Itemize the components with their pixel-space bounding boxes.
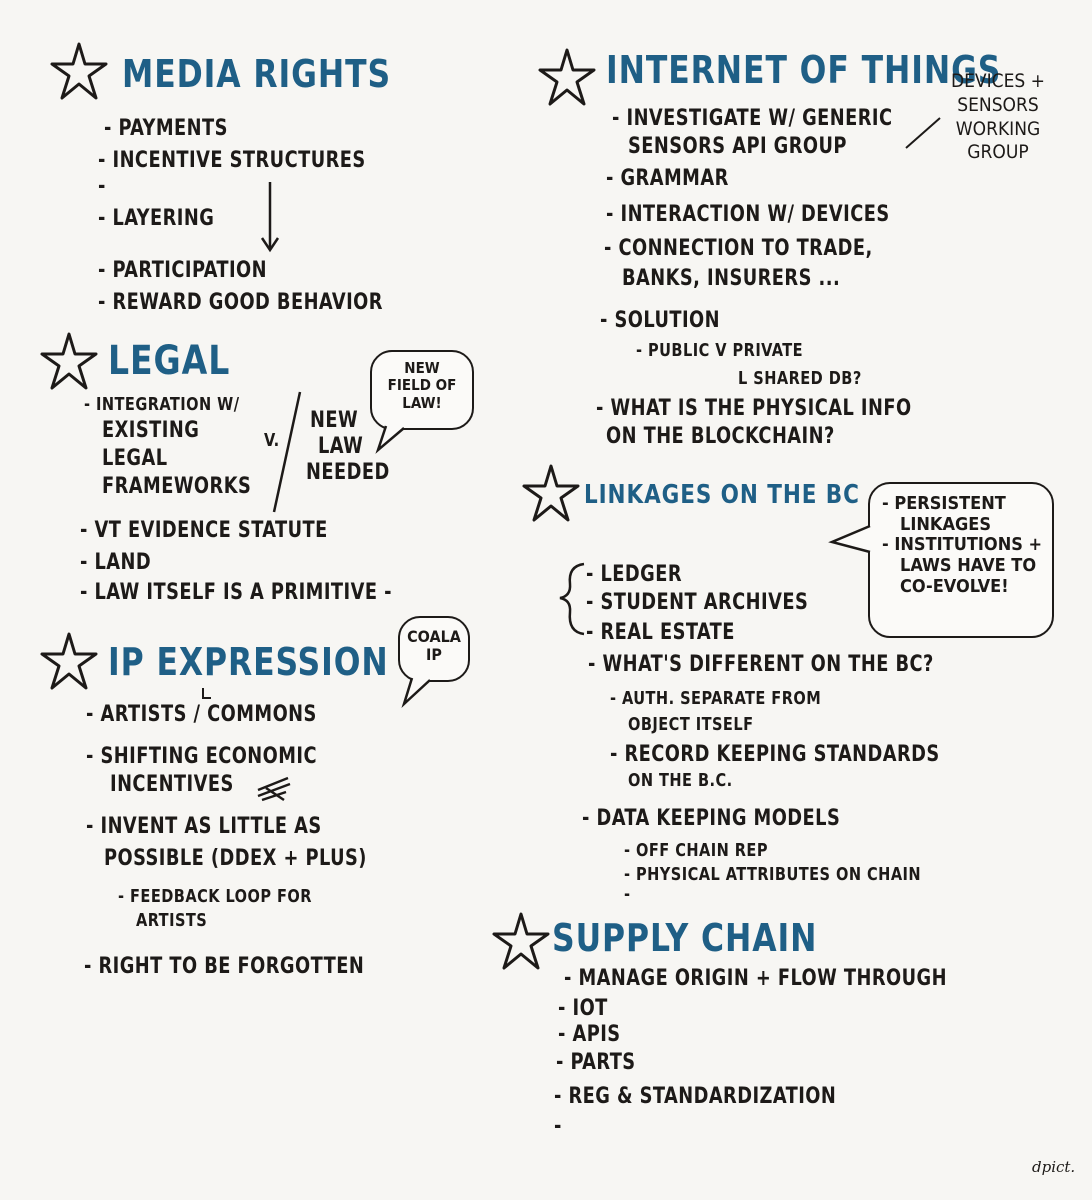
- iot-side-note: DEVICES + SENSORS WORKING GROUP: [940, 70, 1056, 165]
- iot-item: SENSORS API GROUP: [628, 134, 847, 159]
- brace-icon: [559, 562, 585, 636]
- ip-item: POSSIBLE (DDEX + PLUS): [104, 846, 367, 871]
- side-note-line: WORKING: [955, 117, 1041, 140]
- supply-chain-item: - APIs: [558, 1022, 621, 1047]
- ip-speech-bubble: COALA IP: [398, 616, 470, 682]
- media-rights-item: - INCENTIVE STRUCTURES: [98, 148, 366, 173]
- linkages-item: -: [624, 884, 631, 905]
- star-icon: [538, 48, 596, 106]
- linkages-item: - REAL ESTATE: [586, 620, 735, 645]
- supply-chain-item: -: [554, 1114, 562, 1139]
- iot-item: - GRAMMAR: [606, 166, 729, 191]
- bubble-line: LAWS HAVE to: [900, 555, 1037, 577]
- side-note-slash: [905, 117, 941, 149]
- bubble-line: NEW: [404, 359, 440, 377]
- ip-expression-heading: IP EXPRESSION: [108, 640, 389, 684]
- bubble-line: - PERSISTENT: [882, 493, 1006, 514]
- star-icon: [50, 42, 108, 100]
- iot-item: - SOLUTION: [600, 308, 720, 333]
- sub-mark: [202, 688, 211, 699]
- legal-new-law-line: NEEDED: [306, 460, 390, 485]
- legal-item: - LAW ITSELF is a PRIMITIVE -: [80, 580, 392, 605]
- supply-chain-item: - MANAGE ORIGIN + FLOW THROUGH: [564, 966, 947, 991]
- linkages-item: on the B.C.: [628, 770, 733, 791]
- legal-integration-line: LEGAL: [102, 446, 168, 471]
- bubble-line: - INSTITUTIONS +: [882, 534, 1043, 556]
- bubble-line: IP: [426, 645, 442, 665]
- bubble-line: CO-EVOLVE!: [900, 575, 1009, 597]
- supply-chain-item: - IoT: [558, 996, 608, 1021]
- bubble-line: COALA: [407, 627, 461, 646]
- ip-item: - FEEDBACK LOOP for: [118, 886, 312, 907]
- linkages-item: OBJECT ITSELF: [628, 714, 754, 735]
- iot-item: - WHAT is the PHYSICAL INFO: [596, 396, 912, 421]
- star-icon: [40, 632, 98, 690]
- linkages-speech-bubble: - PERSISTENT LINKAGES - INSTITUTIONS + L…: [868, 482, 1054, 638]
- media-rights-item: - REWARD GOOD BEHAVIOR: [98, 290, 383, 315]
- legal-new-law-line: NEW: [310, 408, 359, 433]
- linkages-item: - LEDGER: [586, 562, 683, 587]
- iot-item: - CONNECTION to TRADE,: [604, 236, 873, 261]
- side-note-line: SENSORS: [957, 93, 1039, 116]
- media-rights-item: - PARTICIPATION: [98, 258, 267, 283]
- star-icon: [492, 912, 550, 970]
- linkages-item: - AUTH. SEPARATE FROM: [610, 688, 822, 709]
- iot-item: on the BLOCKCHAIN?: [606, 424, 835, 449]
- media-rights-heading: MEDIA RIGHTS: [122, 52, 392, 96]
- legal-versus: V.: [264, 430, 280, 451]
- supply-chain-item: - PARTS: [556, 1050, 636, 1075]
- media-rights-item: -: [98, 174, 106, 199]
- star-icon: [40, 332, 98, 390]
- ip-item: - ARTISTS / COMMONS: [86, 702, 317, 727]
- media-rights-item: - PAYMENTS: [104, 116, 228, 141]
- legal-integration-line: FRAMEWORKS: [102, 474, 252, 499]
- linkages-item: - PHYSICAL ATTRIBUTES ON CHAIN: [624, 864, 922, 885]
- scribble-icon: [257, 776, 291, 802]
- legal-new-law-line: LAW: [318, 434, 364, 459]
- legal-item: - VT EVIDENCE STATUTE: [80, 518, 328, 543]
- iot-item: - INTERACTION w/ DEVICES: [606, 202, 890, 227]
- iot-item: - PUBLIC v PRIVATE: [636, 340, 804, 361]
- star-icon: [522, 464, 580, 522]
- linkages-item: - OFF CHAIN REP: [624, 840, 768, 861]
- bubble-line: FIELD of: [387, 376, 457, 395]
- divider-slash: [272, 391, 302, 513]
- signature: dpict.: [1032, 1158, 1076, 1176]
- linkages-heading: LINKAGES ON the BC: [584, 480, 860, 510]
- side-note-line: DEVICES +: [950, 70, 1046, 92]
- legal-heading: LEGAL: [108, 338, 231, 384]
- legal-integration-line: EXISTING: [102, 418, 200, 443]
- iot-item: - INVESTIGATE w/ GENERIC: [612, 106, 893, 131]
- ip-item: - RIGHT to BE FORGOTTEN: [84, 954, 365, 979]
- legal-integration-line: - INTEGRATION w/: [84, 394, 240, 415]
- ip-item: ARTISTS: [136, 910, 208, 931]
- legal-speech-bubble: NEW FIELD of LAW!: [370, 350, 474, 430]
- iot-item: BANKS, INSURERS ...: [622, 266, 841, 291]
- linkages-item: - DATA KEEPING MODELS: [582, 806, 841, 831]
- bubble-line: LAW!: [402, 393, 442, 412]
- linkages-item: - RECORD KEEPING STANDARDS: [610, 742, 940, 767]
- supply-chain-item: - REG & STANDARDIZATION: [554, 1084, 837, 1109]
- down-arrow-icon: [260, 182, 280, 253]
- side-note-line: GROUP: [967, 141, 1029, 164]
- linkages-item: - WHAT'S DIFFERENT on THE BC?: [588, 652, 934, 677]
- bubble-line: LINKAGES: [900, 513, 991, 535]
- supply-chain-heading: SUPPLY CHAIN: [552, 916, 818, 960]
- linkages-item: - STUDENT ARCHIVES: [586, 590, 809, 615]
- legal-item: - LAND: [80, 550, 152, 575]
- media-rights-item: - LAYERING: [98, 206, 215, 231]
- ip-item: - INVENT as LITTLE as: [86, 814, 322, 839]
- ip-item: - SHIFTING ECONOMIC: [86, 744, 318, 769]
- iot-item: L SHARED DB?: [738, 368, 862, 389]
- ip-item: INCENTIVES: [110, 772, 234, 797]
